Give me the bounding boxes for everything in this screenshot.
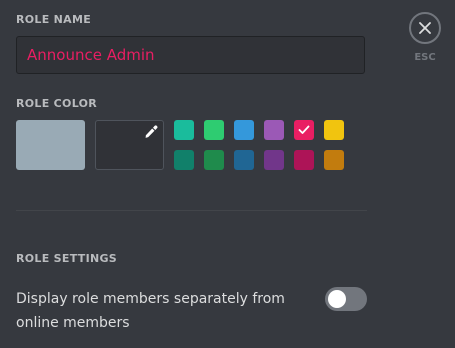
default-color-swatch[interactable]: [16, 120, 85, 170]
divider: [16, 210, 367, 211]
color-swatch[interactable]: [234, 120, 254, 140]
color-swatch[interactable]: [264, 120, 284, 140]
color-swatch[interactable]: [324, 120, 344, 140]
color-swatch[interactable]: [324, 150, 344, 170]
eyedropper-icon: [145, 125, 158, 138]
color-swatch[interactable]: [294, 150, 314, 170]
role-settings-label: ROLE SETTINGS: [16, 252, 118, 265]
custom-color-picker[interactable]: [95, 120, 164, 170]
color-swatch[interactable]: [234, 150, 254, 170]
color-swatch[interactable]: [204, 120, 224, 140]
role-name-label: ROLE NAME: [16, 13, 92, 26]
close-button[interactable]: [409, 12, 441, 44]
role-name-input[interactable]: [16, 36, 365, 74]
close-control: ESC: [407, 12, 443, 63]
role-color-label: ROLE COLOR: [16, 97, 98, 110]
close-icon: [419, 22, 431, 34]
checkmark-icon: [298, 125, 310, 134]
color-swatch[interactable]: [264, 150, 284, 170]
color-swatch[interactable]: [174, 120, 194, 140]
color-swatch[interactable]: [204, 150, 224, 170]
display-separately-label: Display role members separately from onl…: [16, 291, 285, 331]
esc-label: ESC: [414, 52, 436, 63]
display-separately-toggle[interactable]: [325, 287, 367, 311]
color-swatch-selected[interactable]: [294, 120, 314, 140]
color-swatch[interactable]: [174, 150, 194, 170]
toggle-knob: [328, 290, 346, 308]
